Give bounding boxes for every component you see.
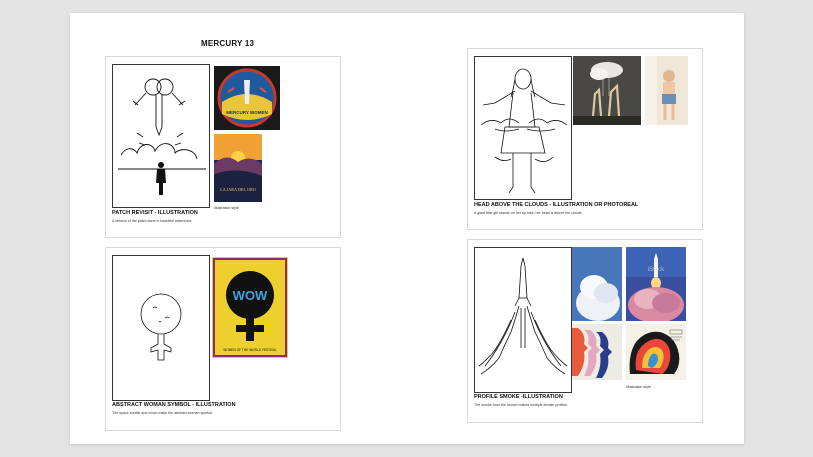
card-description: A giant little girl stands on her tip to… bbox=[474, 211, 583, 215]
la-jara-poster-image: LA JARA DEL ORO bbox=[214, 134, 262, 202]
card-title: PROFILE SMOKE -ILLUSTRATION bbox=[474, 394, 563, 400]
wow-footer: WOMEN OF THE WORLD FESTIVAL bbox=[223, 348, 277, 352]
clouds-sketch bbox=[474, 56, 572, 200]
patch-sketch-drawing bbox=[118, 78, 206, 195]
wow-text: WOW bbox=[233, 288, 268, 303]
rocket-launch-stock-photo: iStock bbox=[626, 247, 686, 321]
female-profiles-illustration bbox=[572, 324, 622, 380]
profile-smoke-sketch bbox=[474, 247, 572, 393]
stock-watermark: iStock bbox=[648, 267, 665, 273]
wow-poster-image: WOW WOMEN OF THE WORLD FESTIVAL bbox=[212, 257, 288, 358]
stock-watermark: iStock bbox=[589, 279, 606, 285]
page-title: MERCURY 13 bbox=[201, 39, 255, 48]
card-title: PATCH REVISIT - ILLUSTRATION bbox=[112, 210, 198, 216]
patch-text: MERCURY WOMEN bbox=[226, 110, 268, 115]
profile-smoke-sketch-drawing bbox=[478, 257, 568, 375]
mercury-patch-image: MERCURY WOMEN bbox=[214, 66, 280, 130]
card-description: The space shuttle and moon make the abst… bbox=[112, 411, 213, 415]
illustration-style-caption: Illustration style bbox=[626, 385, 651, 389]
girl-tiptoes-photo bbox=[645, 56, 688, 125]
clouds-sketch-drawing bbox=[480, 68, 568, 194]
poster-text: LA JARA DEL ORO bbox=[220, 187, 256, 192]
giraffes-cloud-photo bbox=[573, 56, 641, 125]
patch-sketch bbox=[112, 64, 210, 208]
card-title: ABSTRACT WOMAN SYMBOL - ILLUSTRATION bbox=[112, 402, 236, 408]
woman-symbol-sketch-drawing bbox=[140, 293, 182, 361]
card-description: The smoke from the launch makes multiple… bbox=[474, 403, 568, 407]
woman-symbol-sketch bbox=[112, 255, 210, 401]
card-title: HEAD ABOVE THE CLOUDS - ILLUSTRATION OR … bbox=[474, 202, 639, 208]
cumulus-stock-photo: iStock bbox=[572, 247, 622, 321]
psychedelic-profile-poster bbox=[626, 324, 686, 380]
illustration-style-caption: Illustration style bbox=[214, 206, 239, 210]
card-description: A version of the patch done in beautiful… bbox=[112, 219, 193, 223]
